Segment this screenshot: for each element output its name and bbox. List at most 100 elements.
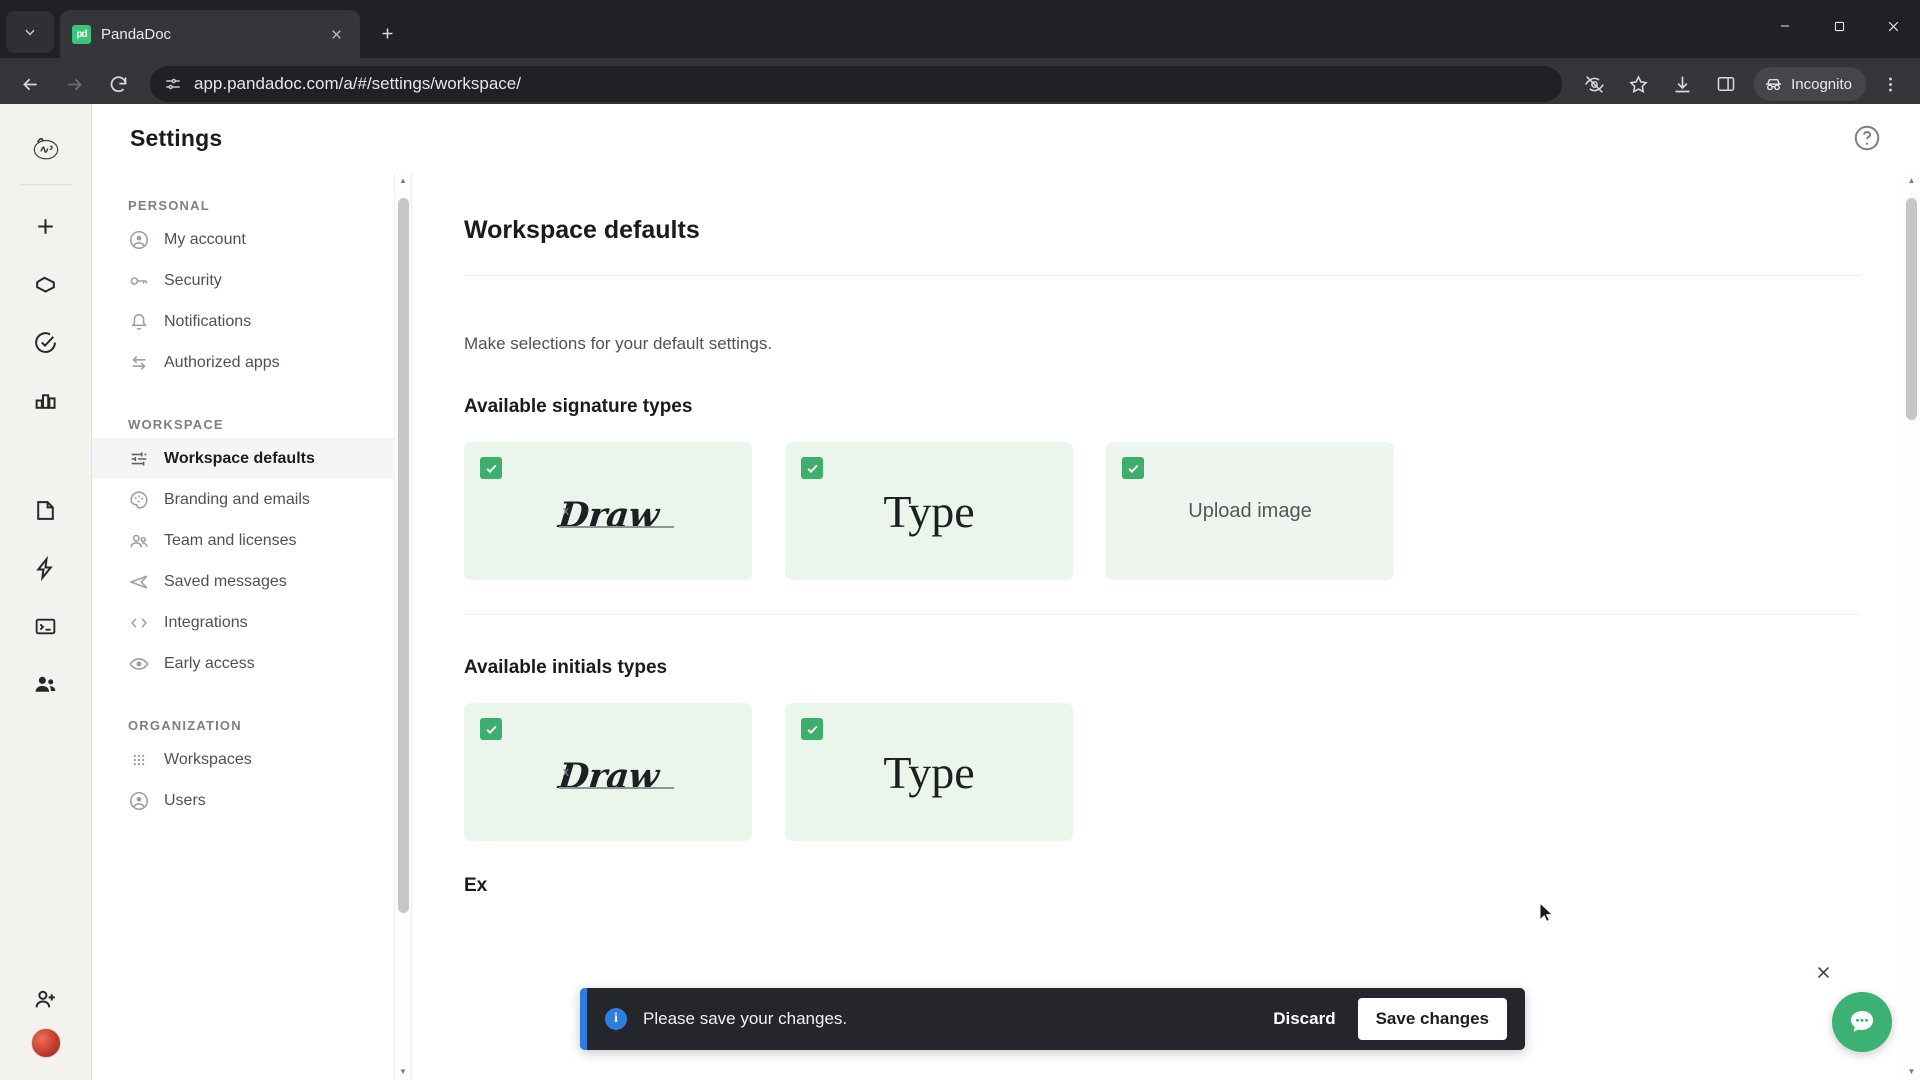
- checkbox-type[interactable]: [801, 457, 823, 479]
- checkbox-upload[interactable]: [1122, 457, 1144, 479]
- settings-nav-scrollbar[interactable]: ▲ ▼: [394, 172, 411, 1080]
- chevron-down-icon: [25, 29, 35, 36]
- browser-tab[interactable]: pd PandaDoc: [60, 10, 360, 58]
- sidebar-item-branding-and-emails[interactable]: Branding and emails: [92, 479, 411, 520]
- signature-type-card-draw[interactable]: Draw x: [464, 442, 752, 580]
- signature-section-divider: [464, 614, 1860, 615]
- account-circle-icon: [128, 229, 150, 251]
- draw-label: Draw: [556, 494, 660, 536]
- sidebar-item-workspace-defaults[interactable]: Workspace defaults: [92, 438, 411, 479]
- chat-widget-button[interactable]: [1832, 992, 1892, 1052]
- new-tab-button[interactable]: [370, 16, 404, 50]
- palette-icon: [128, 489, 150, 511]
- sidebar-item-label: Users: [164, 791, 206, 809]
- reports-icon[interactable]: [23, 377, 69, 423]
- mouse-cursor: [1539, 902, 1554, 923]
- reload-button[interactable]: [98, 64, 138, 104]
- forward-button[interactable]: [54, 64, 94, 104]
- sidebar-item-label: Workspaces: [164, 750, 252, 768]
- signature-type-card-draw[interactable]: Draw x: [464, 703, 752, 841]
- bell-icon: [131, 313, 147, 330]
- type-label: Type: [883, 485, 975, 537]
- send-icon: [129, 574, 148, 589]
- main-scroll-up-arrow[interactable]: ▲: [1903, 172, 1920, 189]
- sidebar-item-label: Branding and emails: [164, 490, 310, 508]
- scroll-down-arrow[interactable]: ▼: [395, 1063, 411, 1080]
- window-close-button[interactable]: [1866, 0, 1920, 52]
- account-circle-icon: [128, 790, 150, 812]
- settings-page: Settings PERSONAL My account Security Notif…: [92, 104, 1920, 1080]
- window-maximize-button[interactable]: [1812, 0, 1866, 52]
- settings-header: Settings: [92, 104, 1920, 172]
- signature-type-card-type[interactable]: Type: [785, 442, 1073, 580]
- sidebar-item-authorized-apps[interactable]: Authorized apps: [92, 342, 411, 383]
- address-bar[interactable]: app.pandadoc.com/a/#/settings/workspace/: [150, 66, 1563, 102]
- sidebar-item-saved-messages[interactable]: Saved messages: [92, 561, 411, 602]
- people-icon: [128, 530, 150, 552]
- documents-icon[interactable]: [23, 487, 69, 533]
- sidebar-item-my-account[interactable]: My account: [92, 219, 411, 260]
- create-new-icon[interactable]: [23, 203, 69, 249]
- home-icon[interactable]: [23, 261, 69, 307]
- initials-section-title: Available initials types: [464, 657, 668, 678]
- tasks-icon[interactable]: [23, 319, 69, 365]
- signature-type-card-type[interactable]: Type: [785, 703, 1073, 841]
- signature-x-mark: x: [562, 502, 570, 518]
- sidebar-item-users[interactable]: Users: [92, 780, 411, 821]
- tab-search-button[interactable]: [6, 11, 54, 53]
- tracking-protection-button[interactable]: [1574, 64, 1614, 104]
- scroll-up-arrow[interactable]: ▲: [395, 172, 411, 189]
- settings-main-pane: Workspace defaults Make selections for y…: [412, 172, 1920, 1080]
- eye-icon: [128, 653, 150, 675]
- sidebar-item-workspaces[interactable]: Workspaces: [92, 739, 411, 780]
- workspace-logo[interactable]: [24, 126, 68, 170]
- browser-window: pd PandaDoc app.pandadoc.com/a/#/setting…: [0, 0, 1920, 1080]
- checkbox-draw[interactable]: [480, 457, 502, 479]
- tab-close-button[interactable]: [324, 22, 348, 46]
- discard-button[interactable]: Discard: [1273, 1009, 1335, 1029]
- sidebar-item-integrations[interactable]: Integrations: [92, 602, 411, 643]
- settings-body: PERSONAL My account Security Notifications A…: [92, 172, 1920, 1080]
- check-icon: [485, 464, 497, 473]
- contacts-icon[interactable]: [23, 661, 69, 707]
- checkbox-type[interactable]: [801, 718, 823, 740]
- save-changes-button[interactable]: Save changes: [1357, 998, 1507, 1040]
- signature-x-mark: x: [562, 763, 570, 779]
- signature-type-card-upload[interactable]: Upload image: [1106, 442, 1394, 580]
- nav-scrollbar-thumb[interactable]: [398, 198, 409, 913]
- key-icon: [128, 270, 150, 292]
- main-scroll-down-arrow[interactable]: ▼: [1903, 1063, 1920, 1080]
- browser-menu-button[interactable]: [1870, 64, 1910, 104]
- help-circle-icon[interactable]: [1852, 123, 1882, 153]
- automations-icon[interactable]: [23, 545, 69, 591]
- nav-group-label-personal: PERSONAL: [128, 198, 210, 213]
- window-minimize-button[interactable]: [1758, 0, 1812, 52]
- sidebar-item-security[interactable]: Security: [92, 260, 411, 301]
- app-left-rail: [0, 104, 92, 1080]
- bookmark-button[interactable]: [1618, 64, 1658, 104]
- intro-text: Make selections for your default setting…: [464, 334, 773, 353]
- sidebar-item-early-access[interactable]: Early access: [92, 643, 411, 684]
- window-controls: [1758, 0, 1920, 52]
- main-scrollbar-thumb[interactable]: [1906, 198, 1917, 420]
- tab-title: PandaDoc: [101, 25, 172, 43]
- plus-icon: [382, 28, 392, 38]
- forms-icon[interactable]: [23, 603, 69, 649]
- people-icon: [130, 534, 148, 547]
- signature-line: [558, 786, 674, 789]
- sidebar-item-notifications[interactable]: Notifications: [92, 301, 411, 342]
- checkbox-draw[interactable]: [480, 718, 502, 740]
- downloads-button[interactable]: [1662, 64, 1702, 104]
- side-panel-button[interactable]: [1706, 64, 1746, 104]
- lightning-icon: [36, 555, 53, 581]
- sidebar-item-label: Early access: [164, 654, 255, 672]
- invite-people-icon[interactable]: [23, 976, 69, 1022]
- back-button[interactable]: [10, 64, 50, 104]
- side-panel-icon: [1717, 77, 1735, 91]
- user-avatar[interactable]: [30, 1028, 61, 1058]
- main-scrollbar[interactable]: ▲ ▼: [1903, 172, 1920, 1080]
- sidebar-item-team-and-licenses[interactable]: Team and licenses: [92, 520, 411, 561]
- sidebar-item-label: Notifications: [164, 312, 252, 330]
- incognito-indicator[interactable]: Incognito: [1754, 67, 1866, 101]
- chat-close-button[interactable]: [1815, 964, 1832, 986]
